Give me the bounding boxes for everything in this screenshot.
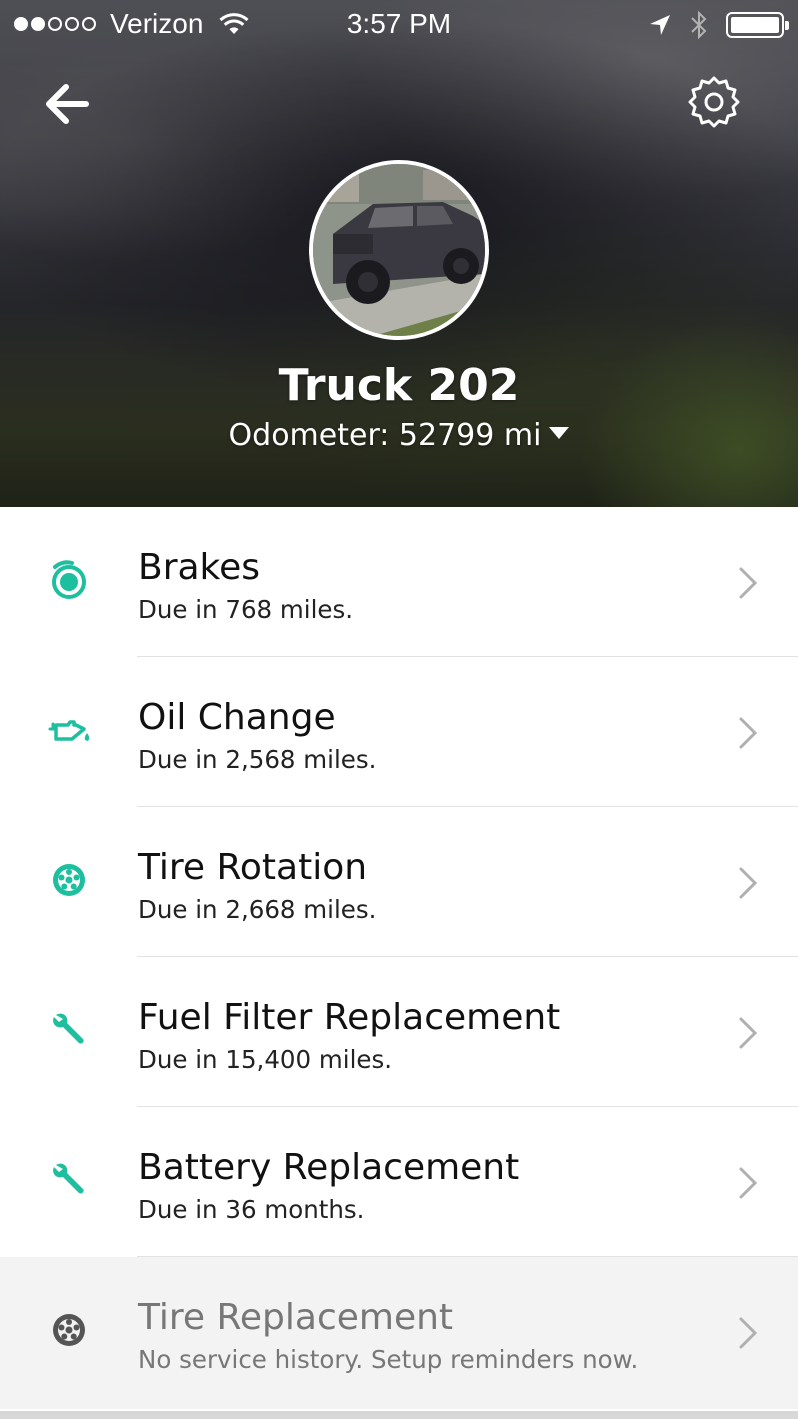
service-title: Oil Change (138, 697, 336, 738)
brake-disc-icon (52, 560, 86, 599)
back-arrow-icon[interactable] (40, 78, 100, 130)
chevron-right-icon (739, 1017, 758, 1049)
status-bar: Verizon 3:57 PM (0, 0, 798, 52)
odometer-label: Odometer: 52799 mi (228, 418, 542, 453)
service-list: Brakes Due in 768 miles. Oil Change Due … (0, 507, 798, 1409)
service-title: Tire Replacement (138, 1297, 454, 1338)
service-item-battery[interactable]: Battery Replacement Due in 36 months. (0, 1107, 798, 1257)
service-item-tire-rotation[interactable]: Tire Rotation Due in 2,668 miles. (0, 807, 798, 957)
chevron-right-icon (739, 567, 758, 599)
tire-icon (53, 864, 85, 896)
vehicle-photo-avatar[interactable] (309, 160, 489, 340)
oil-can-icon (48, 720, 90, 741)
battery-icon (726, 12, 789, 38)
service-due: Due in 768 miles. (138, 595, 354, 624)
chevron-right-icon (739, 717, 758, 749)
vehicle-header: Verizon 3:57 PM Truck 202 Odometer: 5279… (0, 0, 798, 507)
service-item-brakes[interactable]: Brakes Due in 768 miles. (0, 507, 798, 657)
tire-icon (53, 1314, 85, 1346)
service-title: Brakes (138, 547, 261, 588)
status-right (648, 10, 789, 40)
chevron-right-icon (739, 1167, 758, 1199)
bluetooth-icon (691, 10, 707, 40)
settings-gear-icon[interactable] (686, 74, 742, 130)
wrench-icon (53, 1013, 84, 1044)
service-title: Battery Replacement (138, 1147, 520, 1188)
vehicle-name: Truck 202 (278, 360, 520, 411)
service-due: Due in 2,568 miles. (138, 745, 377, 774)
bottom-edge (0, 1411, 798, 1419)
service-due: Due in 15,400 miles. (138, 1045, 392, 1074)
chevron-right-icon (739, 1317, 758, 1349)
location-arrow-icon (650, 15, 670, 35)
service-due: No service history. Setup reminders now. (138, 1345, 639, 1374)
odometer-selector[interactable]: Odometer: 52799 mi (0, 418, 798, 453)
caret-down-icon (549, 426, 570, 439)
wrench-icon (53, 1163, 84, 1194)
chevron-right-icon (739, 867, 758, 899)
service-item-tire-replacement[interactable]: Tire Replacement No service history. Set… (0, 1257, 798, 1409)
service-due: Due in 36 months. (138, 1195, 365, 1224)
truck-photo (313, 164, 485, 336)
service-title: Fuel Filter Replacement (138, 997, 561, 1038)
service-due: Due in 2,668 miles. (138, 895, 377, 924)
service-title: Tire Rotation (138, 847, 368, 888)
service-item-fuel-filter[interactable]: Fuel Filter Replacement Due in 15,400 mi… (0, 957, 798, 1107)
service-item-oil-change[interactable]: Oil Change Due in 2,568 miles. (0, 657, 798, 807)
